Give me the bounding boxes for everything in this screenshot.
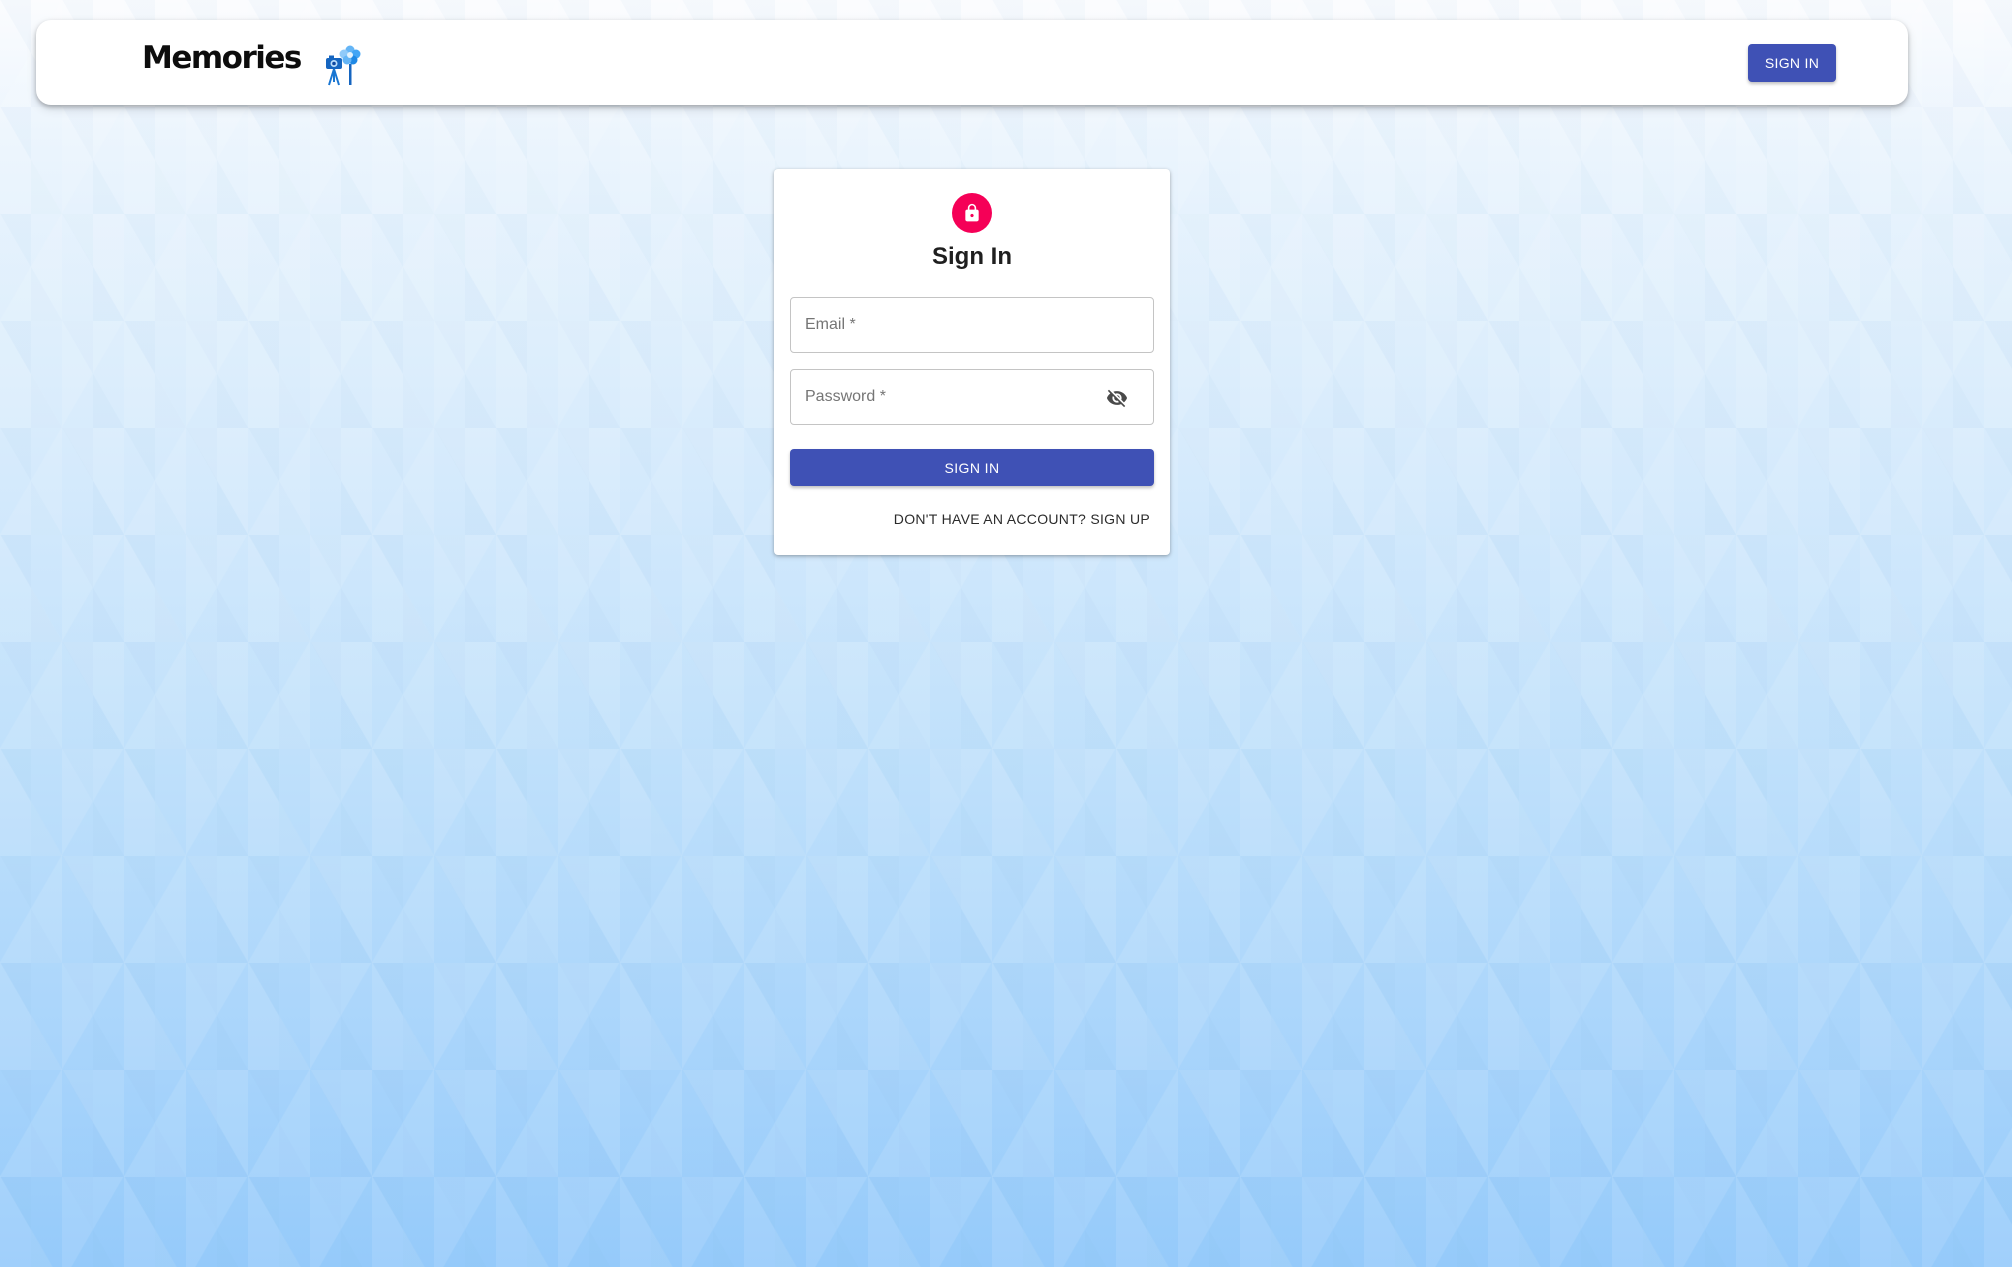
- app-bar: Memories SIGN IN: [36, 20, 1908, 105]
- email-field[interactable]: [790, 297, 1154, 353]
- switch-to-signup-link[interactable]: DON'T HAVE AN ACCOUNT? SIGN UP: [894, 509, 1150, 529]
- toggle-password-visibility-button[interactable]: [1105, 386, 1129, 410]
- signin-submit-button[interactable]: SIGN IN: [790, 449, 1154, 486]
- email-input[interactable]: [791, 298, 1153, 352]
- header-signin-button[interactable]: SIGN IN: [1748, 44, 1836, 82]
- eye-off-icon: [1106, 389, 1128, 408]
- lock-avatar: [952, 193, 992, 233]
- password-field[interactable]: [790, 369, 1154, 425]
- lock-icon: [965, 203, 979, 222]
- page-title: Sign In: [932, 243, 1012, 270]
- signin-card: Sign In SIGN IN DON'T HAVE AN ACCOUNT? S…: [774, 169, 1170, 555]
- brand-title: Memories: [142, 40, 302, 76]
- memories-camera-tripod-icon: [326, 45, 361, 86]
- password-input[interactable]: [791, 370, 1153, 424]
